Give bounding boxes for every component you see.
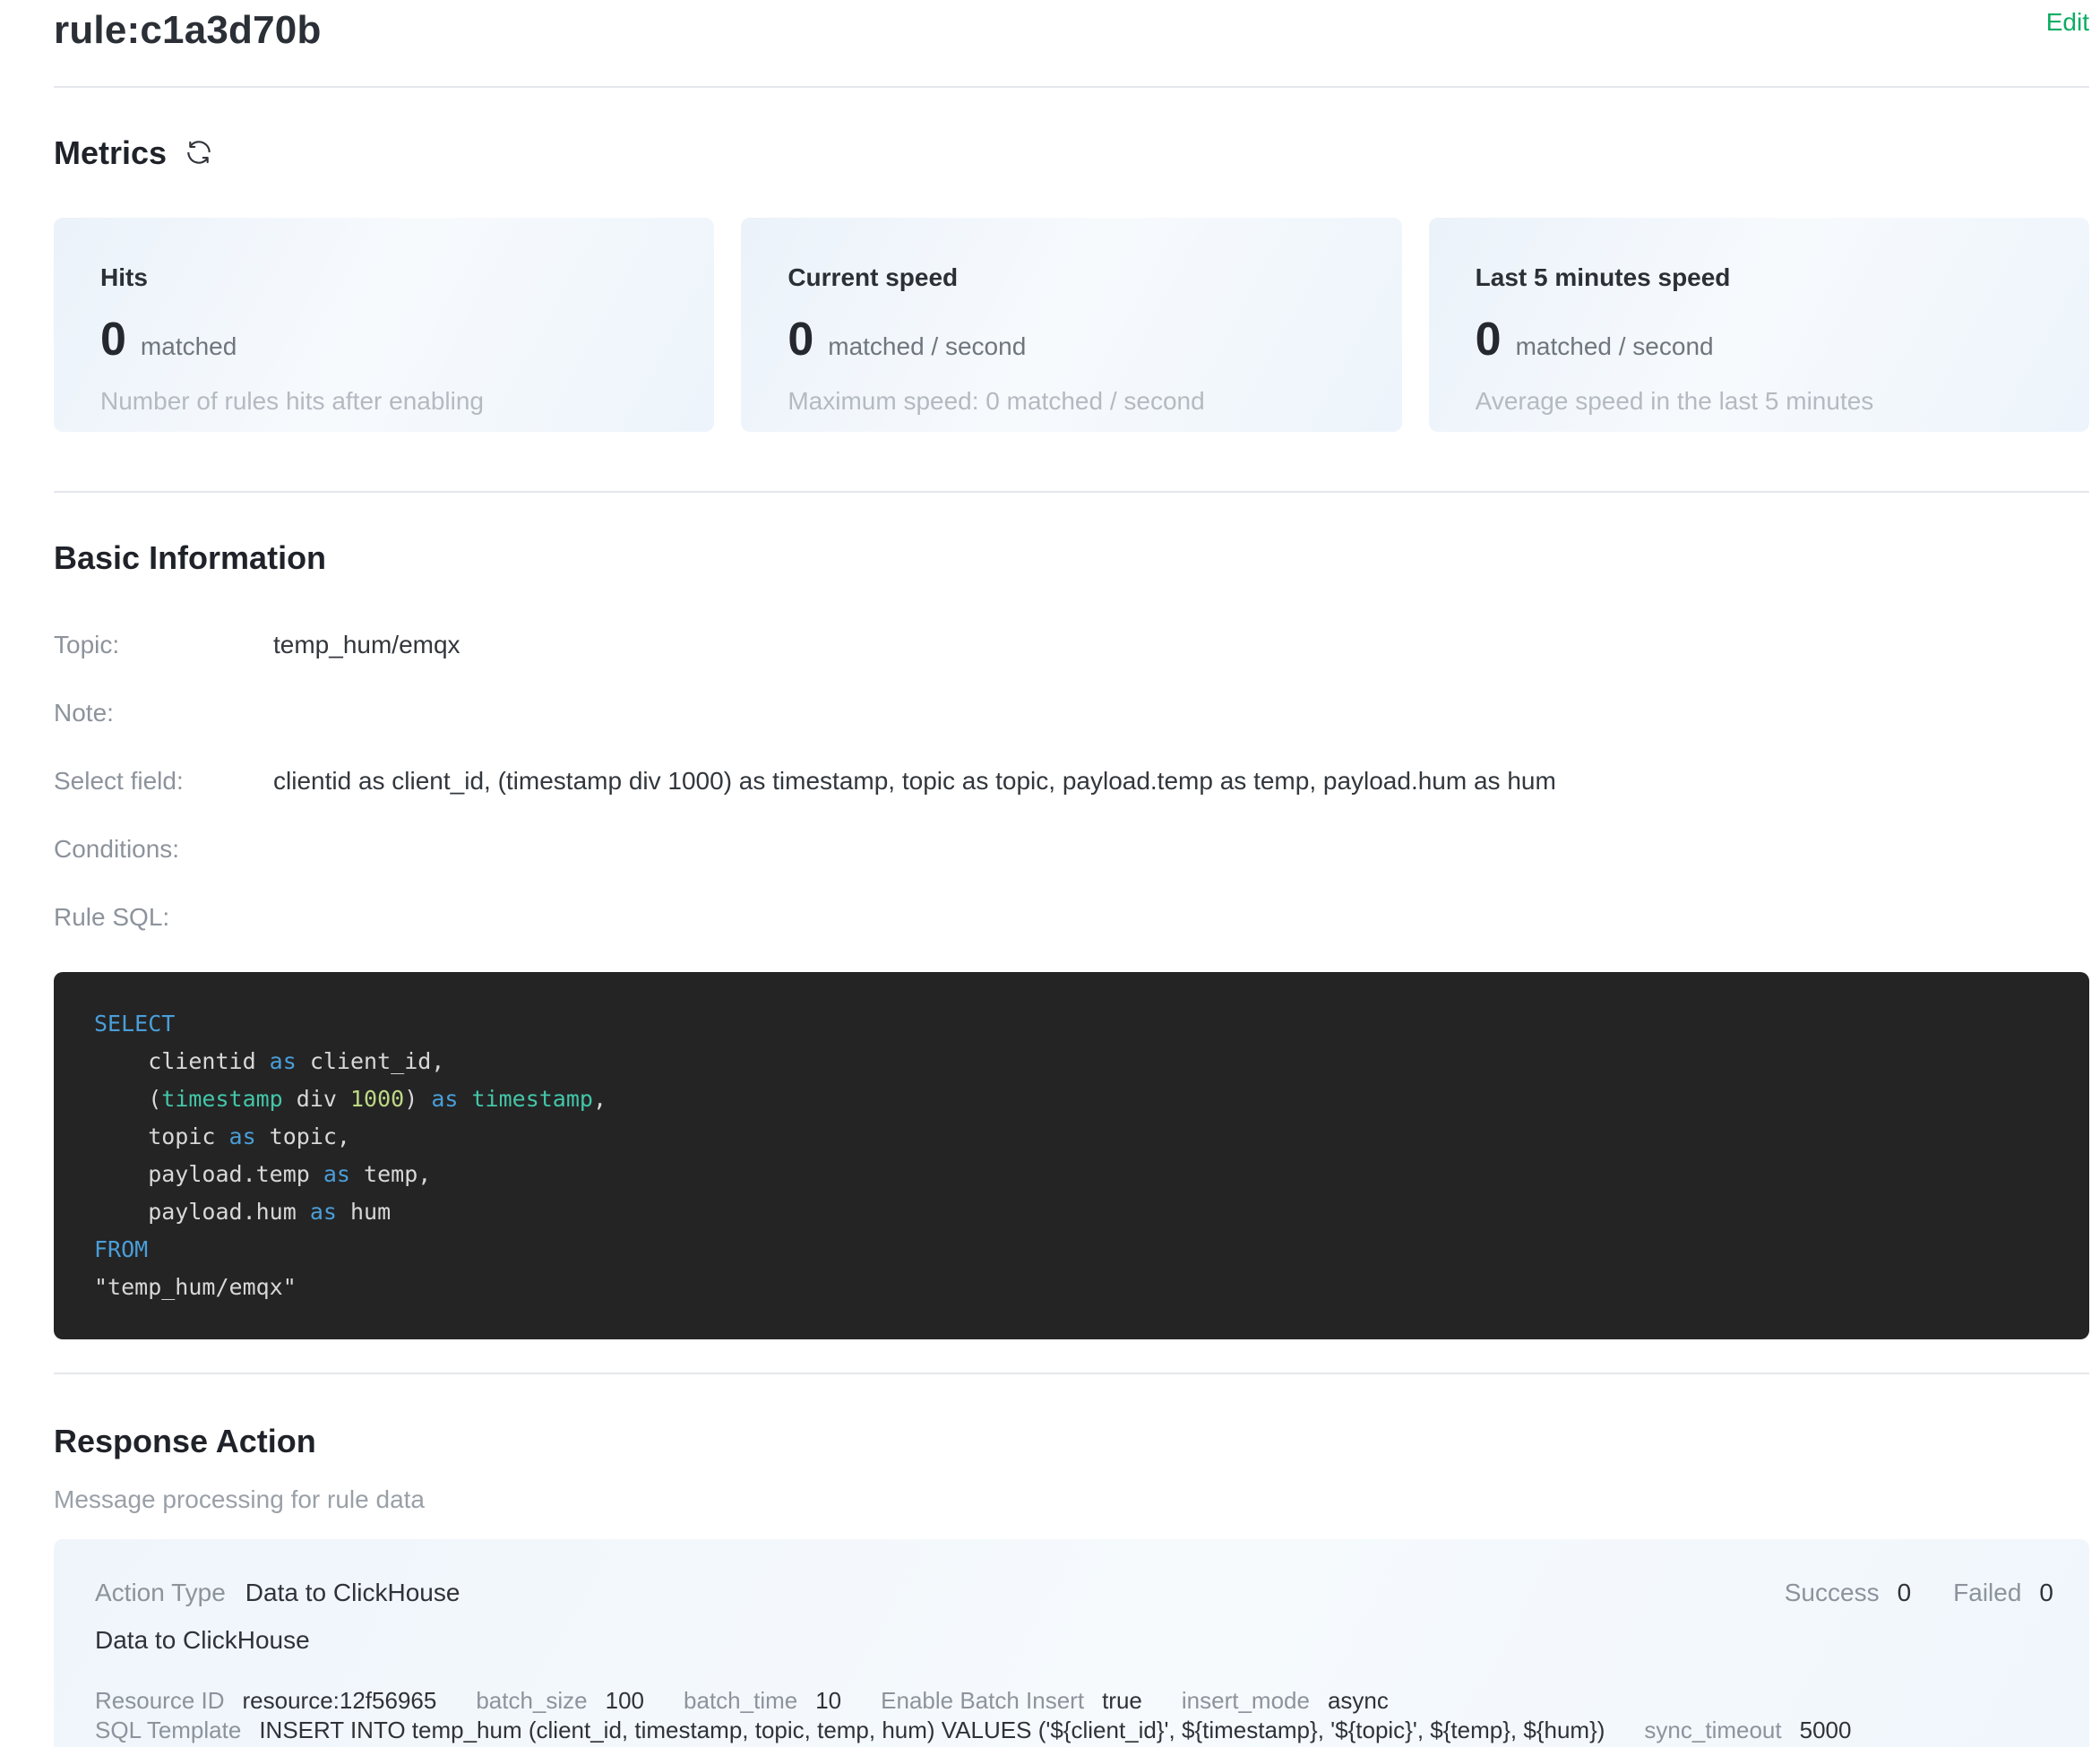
metric-description: Number of rules hits after enabling <box>100 386 667 417</box>
attr-label: SQL Template <box>95 1716 241 1745</box>
metric-card-last-5-minutes-speed: Last 5 minutes speed 0 matched / second … <box>1429 218 2089 432</box>
metrics-heading-row: Metrics <box>54 133 2089 174</box>
divider <box>54 491 2089 493</box>
info-row-select-field: Select field: clientid as client_id, (ti… <box>54 766 2089 796</box>
sql-line: clientid as client_id, <box>94 1043 2049 1080</box>
attr-resource-id: Resource ID resource:12f56965 <box>95 1686 436 1716</box>
attr-value: resource:12f56965 <box>243 1686 437 1716</box>
metric-unit: matched / second <box>828 332 1026 361</box>
info-row-topic: Topic: temp_hum/emqx <box>54 630 2089 660</box>
action-attributes: Resource ID resource:12f56965 batch_size… <box>95 1686 2053 1745</box>
attr-value: 10 <box>815 1686 841 1716</box>
metric-card-hits: Hits 0 matched Number of rules hits afte… <box>54 218 714 432</box>
attr-label: batch_size <box>476 1686 587 1716</box>
action-name: Data to ClickHouse <box>95 1625 2053 1656</box>
info-row-conditions: Conditions: <box>54 834 2089 865</box>
page-header: rule:c1a3d70b Edit <box>54 0 2089 56</box>
attr-value: true <box>1102 1686 1142 1716</box>
metric-value: 0 <box>788 316 813 363</box>
refresh-icon <box>184 137 214 170</box>
divider <box>54 1373 2089 1374</box>
attr-label: Enable Batch Insert <box>881 1686 1084 1716</box>
attr-sync-timeout: sync_timeout 5000 <box>1644 1716 1851 1745</box>
attr-value: async <box>1328 1686 1389 1716</box>
attr-value: 100 <box>606 1686 644 1716</box>
metric-value: 0 <box>1476 316 1502 363</box>
info-row-rule-sql: Rule SQL: <box>54 902 2089 933</box>
attr-label: sync_timeout <box>1644 1716 1781 1745</box>
info-label: Note: <box>54 698 273 728</box>
action-counters: Success 0 Failed 0 <box>1785 1579 2053 1607</box>
divider <box>54 86 2089 88</box>
attr-enable-batch-insert: Enable Batch Insert true <box>881 1686 1142 1716</box>
info-row-note: Note: <box>54 698 2089 728</box>
info-label: Topic: <box>54 630 273 660</box>
rule-sql-code: SELECT clientid as client_id, (timestamp… <box>94 1005 2049 1306</box>
info-label: Conditions: <box>54 834 273 865</box>
failed-label: Failed <box>1953 1579 2021 1607</box>
attr-value: INSERT INTO temp_hum (client_id, timesta… <box>259 1716 1605 1745</box>
sql-line: SELECT <box>94 1005 2049 1043</box>
metrics-heading: Metrics <box>54 133 167 174</box>
rule-sql-code-block: SELECT clientid as client_id, (timestamp… <box>54 972 2089 1339</box>
action-card: Action Type Data to ClickHouse Success 0… <box>54 1539 2089 1747</box>
success-label: Success <box>1785 1579 1880 1607</box>
metric-title: Hits <box>100 262 667 293</box>
sql-line: payload.temp as temp, <box>94 1156 2049 1193</box>
sql-line: payload.hum as hum <box>94 1193 2049 1231</box>
info-value: temp_hum/emqx <box>273 630 2089 660</box>
action-type-label: Action Type <box>95 1579 226 1607</box>
failed-value: 0 <box>2039 1579 2053 1607</box>
sql-line: "temp_hum/emqx" <box>94 1269 2049 1306</box>
metric-description: Average speed in the last 5 minutes <box>1476 386 2043 417</box>
success-value: 0 <box>1898 1579 1912 1607</box>
sql-line: topic as topic, <box>94 1118 2049 1156</box>
sql-line: FROM <box>94 1231 2049 1269</box>
info-value <box>273 834 2089 865</box>
response-action-heading: Response Action <box>54 1421 2089 1462</box>
attr-label: insert_mode <box>1182 1686 1310 1716</box>
action-type-value: Data to ClickHouse <box>245 1579 460 1607</box>
page-title: rule:c1a3d70b <box>54 5 322 56</box>
metric-title: Current speed <box>788 262 1355 293</box>
info-value <box>273 698 2089 728</box>
response-action-subtext: Message processing for rule data <box>54 1484 2089 1516</box>
basic-information-heading: Basic Information <box>54 538 2089 579</box>
sql-line: (timestamp div 1000) as timestamp, <box>94 1080 2049 1118</box>
attr-label: batch_time <box>684 1686 797 1716</box>
attr-sql-template: SQL Template INSERT INTO temp_hum (clien… <box>95 1716 1605 1745</box>
metric-card-current-speed: Current speed 0 matched / second Maximum… <box>741 218 1401 432</box>
metric-description: Maximum speed: 0 matched / second <box>788 386 1355 417</box>
info-label: Select field: <box>54 766 273 796</box>
action-type: Action Type Data to ClickHouse <box>95 1579 460 1607</box>
metric-unit: matched <box>141 332 237 361</box>
edit-link[interactable]: Edit <box>2046 7 2089 38</box>
info-value <box>273 902 2089 933</box>
attr-value: 5000 <box>1800 1716 1852 1745</box>
info-label: Rule SQL: <box>54 902 273 933</box>
attr-batch-size: batch_size 100 <box>476 1686 644 1716</box>
basic-information-rows: Topic: temp_hum/emqx Note: Select field:… <box>54 630 2089 933</box>
metric-title: Last 5 minutes speed <box>1476 262 2043 293</box>
attr-label: Resource ID <box>95 1686 225 1716</box>
metric-unit: matched / second <box>1516 332 1714 361</box>
refresh-metrics-button[interactable] <box>183 137 215 169</box>
metrics-cards: Hits 0 matched Number of rules hits afte… <box>54 218 2089 432</box>
attr-insert-mode: insert_mode async <box>1182 1686 1389 1716</box>
metric-value: 0 <box>100 316 126 363</box>
info-value: clientid as client_id, (timestamp div 10… <box>273 766 2089 796</box>
attr-batch-time: batch_time 10 <box>684 1686 841 1716</box>
